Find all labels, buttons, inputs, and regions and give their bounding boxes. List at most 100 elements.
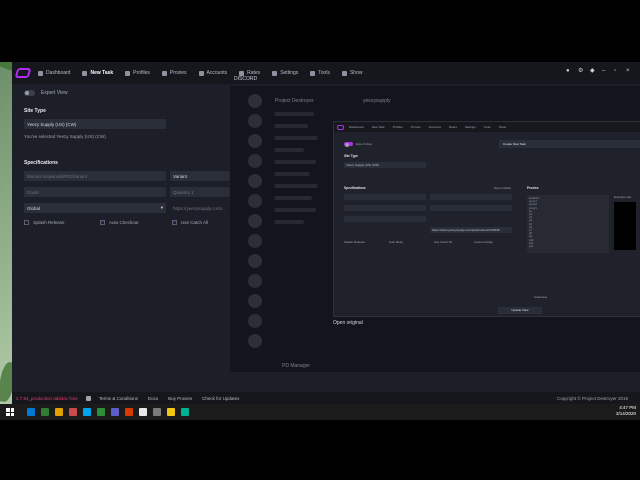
nested-nav-item[interactable]: Profiles: [393, 125, 403, 129]
nested-check-label[interactable]: Splash Release: [344, 240, 365, 244]
nested-site-select[interactable]: Yeezy Supply (US) (CW): [344, 162, 426, 168]
open-original-link[interactable]: Open original: [333, 320, 363, 326]
start-button[interactable]: [4, 406, 16, 418]
nav-tools[interactable]: Tools: [310, 70, 330, 76]
taskbar-app-icon[interactable]: [139, 408, 147, 416]
taskbar-app-icon[interactable]: [41, 408, 49, 416]
nested-check-label[interactable]: Auto Retry: [389, 240, 403, 244]
channel-row[interactable]: [274, 136, 318, 140]
profiles-icon: [125, 70, 131, 76]
region-select[interactable]: Global ▾: [24, 203, 166, 213]
nested-region-select[interactable]: [344, 216, 426, 222]
close-icon[interactable]: ×: [626, 68, 632, 74]
discord-server-icon[interactable]: [248, 94, 262, 108]
discord-server-icon[interactable]: [248, 254, 262, 268]
discord-server-icon[interactable]: [248, 314, 262, 328]
discord-server-icon[interactable]: [248, 194, 262, 208]
system-tray-clock[interactable]: 4:47 PM 3/14/2020: [616, 405, 636, 417]
channel-row[interactable]: [274, 208, 316, 212]
nested-check-label[interactable]: Custom Delay: [474, 240, 493, 244]
taskbar-app-icon[interactable]: [111, 408, 119, 416]
bell-icon[interactable]: ◆: [590, 68, 596, 74]
site-select[interactable]: Yeezy Supply (US) (CW): [24, 119, 166, 129]
nav-show[interactable]: Show: [341, 70, 362, 76]
nested-autosolve[interactable]: Autosolve: [534, 295, 547, 299]
url-input[interactable]: https://yeezysupply.com/...: [170, 203, 230, 213]
nested-proxy-list[interactable]: localhost proxy1 proxy2 proxy3 p1 p2 p3 …: [527, 195, 609, 253]
twitter-icon[interactable]: [85, 395, 91, 401]
expert-view-toggle[interactable]: [24, 90, 35, 96]
discord-server-icon[interactable]: [248, 154, 262, 168]
quantity-placeholder: Quantity 1: [173, 189, 194, 195]
task-input[interactable]: Goals: [24, 187, 166, 197]
discord-server-icon[interactable]: [248, 294, 262, 308]
use-catch-all-check[interactable]: ✓ Use Catch All: [172, 220, 208, 225]
nested-nav-item[interactable]: Tools: [484, 125, 491, 129]
auto-checkout-check[interactable]: ✓ Auto Checkout: [100, 220, 139, 225]
nested-nav-item[interactable]: Settings: [465, 125, 476, 129]
channel-row[interactable]: [274, 196, 312, 200]
nested-nav-item[interactable]: Dashboard: [349, 125, 364, 129]
taskbar-app-icon[interactable]: [27, 408, 35, 416]
nav-accounts[interactable]: Accounts: [198, 70, 227, 76]
taskbar-app-icon[interactable]: [83, 408, 91, 416]
discord-server-icon[interactable]: [248, 234, 262, 248]
nav-proxies[interactable]: Proxies: [161, 70, 187, 76]
nested-nav-item[interactable]: Accounts: [429, 125, 441, 129]
nested-example-site: Example site: [614, 195, 632, 199]
minimize-icon[interactable]: –: [602, 68, 608, 74]
channel-row[interactable]: [274, 184, 318, 188]
nav-dashboard[interactable]: Dashboard: [38, 70, 70, 76]
taskbar-app-icon[interactable]: [69, 408, 77, 416]
footer-link[interactable]: Terms & Conditions: [99, 396, 138, 401]
channel-row[interactable]: [274, 172, 310, 176]
nested-nav-item[interactable]: Proxies: [411, 125, 421, 129]
taskbar-app-icon[interactable]: [153, 408, 161, 416]
expert-view-row: Expert View: [24, 90, 68, 96]
nav-new-task[interactable]: New Task: [82, 70, 113, 76]
nested-variant-select[interactable]: [430, 194, 512, 200]
notification-icon[interactable]: ●: [566, 68, 572, 74]
footer-link[interactable]: Check for Updates: [202, 396, 239, 401]
discord-server-icon[interactable]: [248, 334, 262, 348]
rates-icon: [239, 70, 245, 76]
taskbar-app-icon[interactable]: [97, 408, 105, 416]
taskbar-app-icon[interactable]: [167, 408, 175, 416]
monitor-input[interactable]: Monitor Keywords/PID/Variant: [24, 171, 166, 181]
nested-quantity-input[interactable]: [430, 205, 512, 211]
channel-row[interactable]: [274, 160, 316, 164]
discord-server-icon[interactable]: [248, 134, 262, 148]
nested-nav-item[interactable]: Show: [499, 125, 507, 129]
footer-link[interactable]: Docs: [148, 396, 158, 401]
channel-row[interactable]: [274, 124, 308, 128]
channel-row[interactable]: [274, 112, 314, 116]
channel-row[interactable]: [274, 148, 304, 152]
proxy-entry[interactable]: p12: [529, 245, 607, 248]
splash-release-check[interactable]: Splash Release: [24, 220, 65, 225]
discord-server-icon[interactable]: [248, 174, 262, 188]
discord-server-icon[interactable]: [248, 114, 262, 128]
variant-select[interactable]: Variant: [170, 171, 230, 181]
nav-profiles[interactable]: Profiles: [125, 70, 150, 76]
nav-label: Proxies: [169, 70, 187, 76]
nav-settings[interactable]: Settings: [272, 70, 298, 76]
footer-link[interactable]: Buy Proxies: [168, 396, 192, 401]
update-view-button[interactable]: Update View: [498, 307, 542, 314]
nested-task-input[interactable]: [344, 205, 426, 211]
nested-expert-toggle[interactable]: [344, 142, 353, 147]
create-new-task-button[interactable]: Create New Task: [499, 140, 640, 148]
settings-gear-icon[interactable]: ⚙: [578, 68, 584, 74]
taskbar-app-icon[interactable]: [55, 408, 63, 416]
taskbar-app-icon[interactable]: [125, 408, 133, 416]
nested-nav-item[interactable]: New Task: [372, 125, 385, 129]
maximize-icon[interactable]: ▫: [614, 68, 620, 74]
discord-server-icon[interactable]: [248, 274, 262, 288]
quantity-input[interactable]: Quantity 1: [170, 187, 230, 197]
discord-server-icon[interactable]: [248, 214, 262, 228]
nested-nav-item[interactable]: Rates: [449, 125, 457, 129]
nested-url-input[interactable]: https://www.yeezysupply.com/api/products…: [430, 227, 512, 233]
nested-check-label[interactable]: Use Catch All: [434, 240, 452, 244]
taskbar-app-icon[interactable]: [181, 408, 189, 416]
nested-monitor-input[interactable]: [344, 194, 426, 200]
channel-row[interactable]: [274, 220, 304, 224]
